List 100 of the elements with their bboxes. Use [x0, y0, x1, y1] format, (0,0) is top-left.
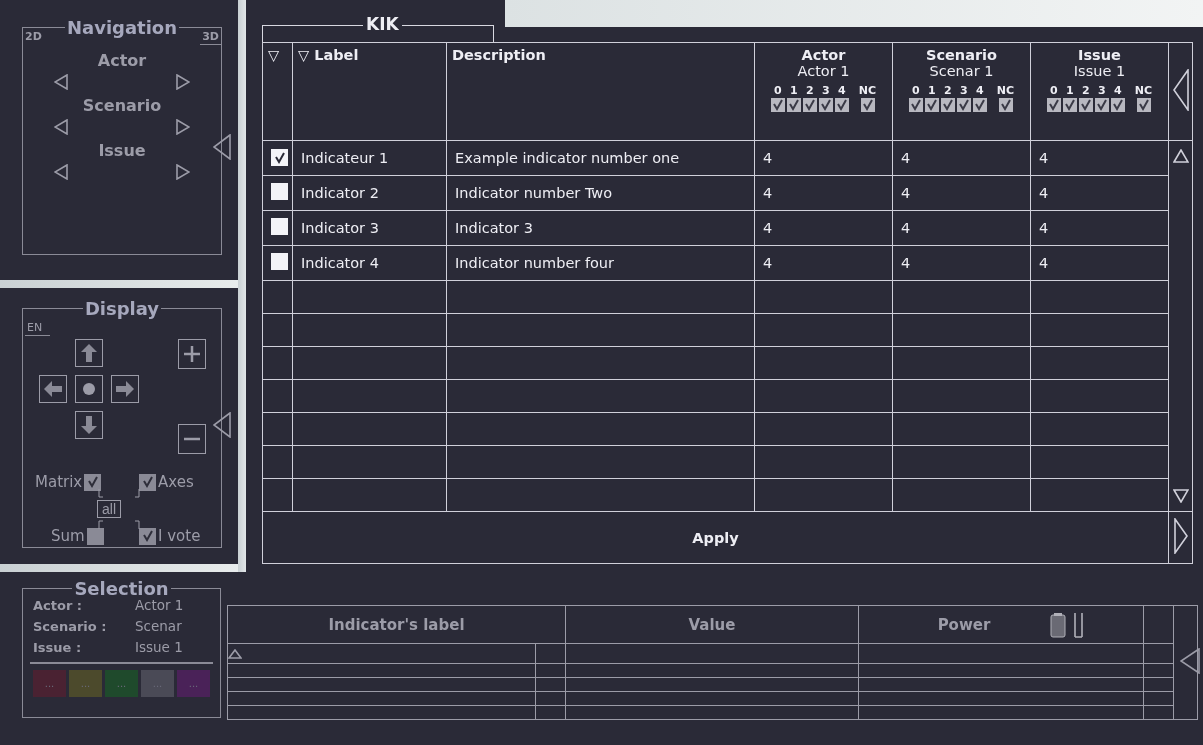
- panel-title: Navigation: [65, 17, 179, 38]
- collapse-icon[interactable]: [1172, 69, 1189, 111]
- up-arrow-button[interactable]: [75, 339, 103, 367]
- table-cell: Indicator 3: [292, 210, 447, 246]
- zoom-in-button[interactable]: [178, 339, 206, 369]
- collapse-icon[interactable]: [213, 134, 231, 160]
- center-button[interactable]: [75, 375, 103, 403]
- score-label: 3: [960, 84, 968, 97]
- checkbox[interactable]: [940, 98, 955, 112]
- checkbox[interactable]: [802, 98, 817, 112]
- checkbox[interactable]: [786, 98, 801, 112]
- score-label: 4: [976, 84, 984, 97]
- apply-button[interactable]: Apply: [684, 527, 747, 548]
- checkbox[interactable]: [1136, 98, 1151, 112]
- scroll-down-icon[interactable]: [1172, 489, 1189, 503]
- checkbox[interactable]: [271, 253, 288, 270]
- checkbox[interactable]: [998, 98, 1013, 112]
- score-label: 3: [822, 84, 830, 97]
- checkbox[interactable]: [924, 98, 939, 112]
- checkbox[interactable]: [86, 527, 104, 545]
- next-icon[interactable]: [176, 74, 190, 90]
- left-arrow-button[interactable]: [39, 375, 67, 403]
- expand-icon[interactable]: [1173, 518, 1188, 554]
- right-arrow-icon: [116, 379, 134, 399]
- table-cell: Indicator number Two: [446, 175, 755, 211]
- checkbox[interactable]: [860, 98, 875, 112]
- battery-icon[interactable]: [1050, 611, 1067, 638]
- down-arrow-icon: [80, 415, 98, 435]
- column-header: Issue: [1077, 47, 1122, 63]
- table-cell: 4: [892, 175, 1031, 211]
- toggle-label: Matrix: [35, 473, 83, 491]
- next-icon[interactable]: [176, 164, 190, 180]
- column-header: Indicator's label: [328, 615, 465, 634]
- previous-icon[interactable]: [54, 119, 68, 135]
- field-value: Issue 1: [135, 638, 184, 657]
- scroll-up-icon[interactable]: [228, 649, 242, 659]
- field-label: Scenario :: [33, 618, 108, 636]
- column-header: Power: [937, 615, 991, 634]
- checkbox[interactable]: [84, 473, 102, 491]
- previous-icon[interactable]: [54, 164, 68, 180]
- table-cell: 4: [892, 210, 1031, 246]
- checkbox[interactable]: [908, 98, 923, 112]
- table-cell: 4: [754, 140, 893, 176]
- checkbox[interactable]: [834, 98, 849, 112]
- score-label: 2: [944, 84, 952, 97]
- score-label: 0: [1050, 84, 1058, 97]
- checkbox[interactable]: [271, 183, 288, 200]
- language-tab[interactable]: EN: [25, 321, 51, 336]
- view-3d-tab[interactable]: 3D: [200, 30, 221, 45]
- table-cell: Indicator 2: [292, 175, 447, 211]
- checkbox[interactable]: [1062, 98, 1077, 112]
- zoom-out-button[interactable]: [178, 424, 206, 454]
- field-label: Issue :: [33, 639, 83, 657]
- checkbox[interactable]: [139, 527, 156, 545]
- checkbox[interactable]: [1094, 98, 1109, 112]
- checkbox[interactable]: [271, 218, 288, 235]
- table-cell: 4: [892, 245, 1031, 281]
- table-cell: Indicateur 1: [292, 140, 447, 176]
- checkbox[interactable]: [818, 98, 833, 112]
- select-all-button[interactable]: all: [97, 500, 121, 518]
- down-arrow-button[interactable]: [75, 411, 103, 439]
- score-label: 2: [1082, 84, 1090, 97]
- gauge-icon[interactable]: [1074, 611, 1085, 638]
- collapse-icon[interactable]: [1180, 648, 1200, 674]
- left-arrow-icon: [44, 379, 62, 399]
- checkbox[interactable]: [1078, 98, 1093, 112]
- checkbox[interactable]: [956, 98, 971, 112]
- previous-icon[interactable]: [54, 74, 68, 90]
- table-cell: 4: [892, 140, 1031, 176]
- checkbox[interactable]: [1046, 98, 1061, 112]
- view-2d-tab[interactable]: 2D: [23, 30, 44, 45]
- toggle-label: Axes: [158, 473, 194, 491]
- column-header: Description: [452, 47, 546, 63]
- column-header: Value: [688, 615, 736, 634]
- score-label: 3: [1098, 84, 1106, 97]
- panel-title: Selection: [73, 578, 170, 599]
- up-arrow-icon: [80, 343, 98, 363]
- table-cell: 4: [754, 245, 893, 281]
- panel-title: Display: [83, 298, 161, 319]
- toggle-label: I vote: [158, 527, 201, 545]
- toggle-label: Sum: [51, 527, 85, 545]
- score-label: 0: [912, 84, 920, 97]
- right-arrow-button[interactable]: [111, 375, 139, 403]
- score-label: 1: [1066, 84, 1074, 97]
- field-value: Scenar: [135, 617, 183, 636]
- plus-icon: [183, 345, 201, 363]
- checkbox[interactable]: [770, 98, 785, 112]
- column-header: Scenario: [924, 47, 999, 63]
- checkbox[interactable]: [139, 473, 156, 491]
- checkbox[interactable]: [972, 98, 987, 112]
- table-cell: 4: [754, 175, 893, 211]
- checkbox[interactable]: [271, 149, 288, 167]
- score-label: 1: [928, 84, 936, 97]
- score-label: 0: [774, 84, 782, 97]
- sort-toggle[interactable]: ▽: [268, 47, 280, 63]
- checkbox[interactable]: [1110, 98, 1125, 112]
- collapse-icon[interactable]: [213, 412, 231, 438]
- sort-toggle[interactable]: ▽: [298, 47, 310, 63]
- scroll-up-icon[interactable]: [1172, 149, 1189, 163]
- next-icon[interactable]: [176, 119, 190, 135]
